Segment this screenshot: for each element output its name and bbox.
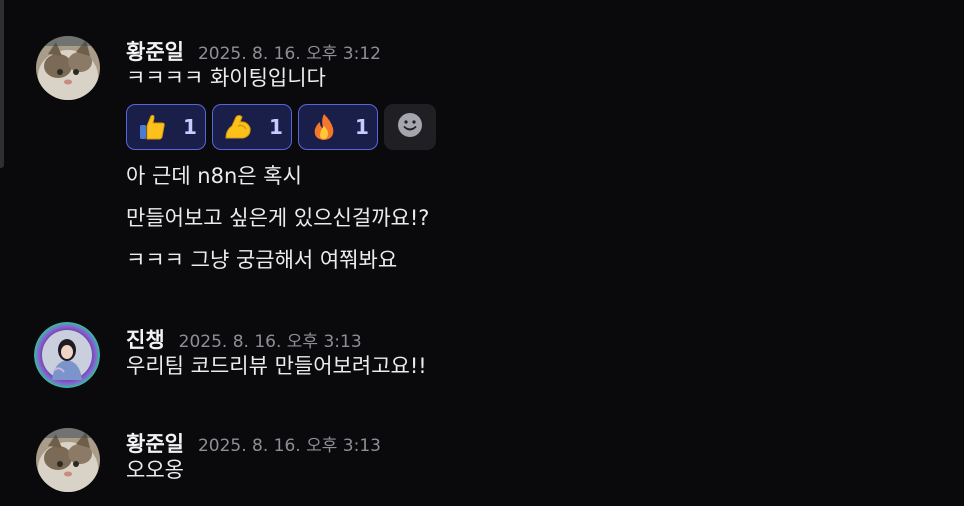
reaction-count: 1 [269,115,283,139]
message-text: ㅋㅋㅋ 그냥 궁금해서 여쭤봐요 [126,248,398,272]
timestamp: 2025. 8. 16. 오후 3:12 [197,44,381,64]
author-name[interactable]: 황준일 [126,36,184,66]
author-name[interactable]: 진챙 [126,324,165,354]
thumbs-up-icon [137,111,167,143]
scrollbar[interactable] [0,0,4,168]
fire-icon [309,111,339,143]
message-text: 오오옹 [126,458,184,482]
message-text: 아 근데 n8n은 혹시 [126,164,302,188]
reaction-count: 1 [183,115,197,139]
message-text: 만들어보고 싶은게 있으신걸까요!? [126,206,430,230]
message-text: 우리팀 코드리뷰 만들어보려고요!! [126,354,427,378]
reaction-bar: 1 1 1 [126,104,944,150]
author-name[interactable]: 황준일 [126,428,184,458]
timestamp: 2025. 8. 16. 오후 3:13 [197,436,381,456]
reaction-flexed-biceps[interactable]: 1 [212,104,292,150]
avatar[interactable] [36,36,100,100]
reaction-fire[interactable]: 1 [298,104,378,150]
avatar[interactable] [36,428,100,492]
smiley-add-icon [396,111,424,143]
message-text: ㅋㅋㅋㅋ 화이팅입니다 [126,66,326,90]
flexed-biceps-icon [223,111,253,143]
reaction-count: 1 [355,115,369,139]
timestamp: 2025. 8. 16. 오후 3:13 [178,332,362,352]
avatar[interactable] [34,322,100,388]
reaction-thumbs-up[interactable]: 1 [126,104,206,150]
add-reaction-button[interactable] [384,104,436,150]
